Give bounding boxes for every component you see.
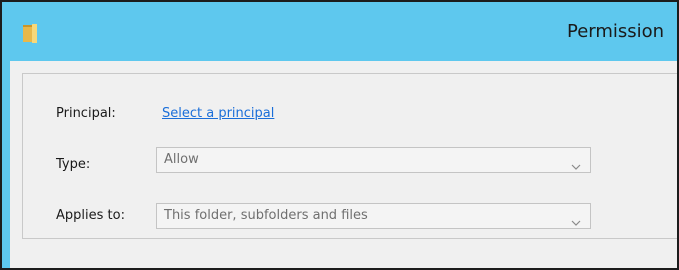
permission-entry-window: Permission Principal: Select a principal… <box>0 0 679 270</box>
type-dropdown-value: Allow <box>164 152 199 167</box>
applies-to-dropdown[interactable]: This folder, subfolders and files <box>156 203 591 229</box>
applies-to-label: Applies to: <box>56 208 125 223</box>
chevron-down-icon <box>571 156 581 170</box>
title-bar[interactable]: Permission <box>2 2 677 61</box>
type-label: Type: <box>56 157 91 172</box>
folder-icon <box>23 24 37 43</box>
type-dropdown[interactable]: Allow <box>156 147 591 173</box>
principal-label: Principal: <box>56 106 116 121</box>
window-frame-left <box>2 61 10 268</box>
applies-to-dropdown-value: This folder, subfolders and files <box>164 208 368 223</box>
principal-settings-panel: Principal: Select a principal Type: Allo… <box>22 73 677 239</box>
chevron-down-icon <box>571 212 581 226</box>
select-principal-link[interactable]: Select a principal <box>162 106 274 121</box>
window-title: Permission <box>567 21 665 42</box>
